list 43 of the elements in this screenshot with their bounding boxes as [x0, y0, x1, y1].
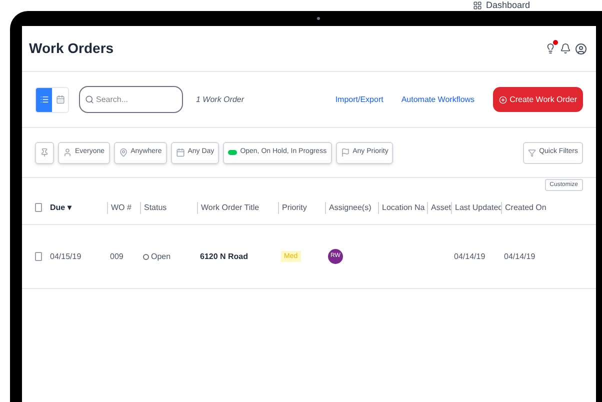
lightbulb-icon[interactable]	[545, 43, 556, 54]
wo-number-cell-text: 009	[109, 250, 124, 262]
search-box[interactable]: Search...	[79, 86, 183, 113]
toolbar-link[interactable]: Automate Workflows	[401, 94, 475, 106]
grid-icon	[472, 0, 482, 10]
map-pin-icon	[118, 148, 128, 157]
created-on-cell-text: 04/14/19	[503, 250, 536, 262]
status-cell: Open	[151, 250, 171, 262]
title-cell-text: 6120 N Road	[199, 250, 250, 262]
column-header[interactable]: Assignee(s)	[325, 202, 378, 214]
column-header[interactable]: Due ▾	[50, 202, 107, 214]
filter-icon	[528, 148, 536, 156]
person-icon	[63, 148, 72, 157]
create-work-order-button[interactable]: Create Work Order	[492, 87, 583, 112]
column-header[interactable]: Created On	[501, 202, 551, 214]
page-title: Work Orders	[29, 39, 114, 58]
status-toggle-icon	[228, 150, 238, 155]
search-icon	[85, 95, 94, 104]
plus-icon	[498, 96, 507, 104]
bell-icon[interactable]	[560, 43, 571, 54]
column-header[interactable]: Location Na	[378, 202, 427, 214]
calendar-icon	[176, 148, 185, 157]
pin-icon	[40, 148, 49, 157]
row-checkbox[interactable]	[35, 252, 42, 261]
work-order-count: 1 Work Order	[196, 94, 244, 106]
due-date-cell-text: 04/15/19	[50, 250, 82, 262]
column-header[interactable]: Priority	[278, 202, 325, 214]
dashboard-label: Dashboard	[486, 0, 530, 10]
user-icon[interactable]	[575, 42, 587, 54]
calendar-icon	[56, 95, 64, 104]
list-icon	[40, 95, 48, 104]
column-header[interactable]: WO #	[107, 202, 140, 214]
flag-icon	[340, 148, 350, 157]
search-input[interactable]: Search...	[96, 94, 176, 106]
toolbar-link[interactable]: Import/Export	[335, 94, 384, 106]
list-view-button[interactable]	[36, 88, 52, 112]
select-all-checkbox[interactable]	[35, 203, 42, 212]
column-header[interactable]: Status	[140, 202, 197, 214]
column-header[interactable]: Asset	[427, 202, 451, 214]
camera-icon	[317, 17, 320, 20]
pin-filter-button[interactable]	[35, 142, 54, 164]
last-updated-cell-text: 04/14/19	[453, 250, 486, 262]
column-header[interactable]: Work Order Title	[197, 202, 278, 214]
